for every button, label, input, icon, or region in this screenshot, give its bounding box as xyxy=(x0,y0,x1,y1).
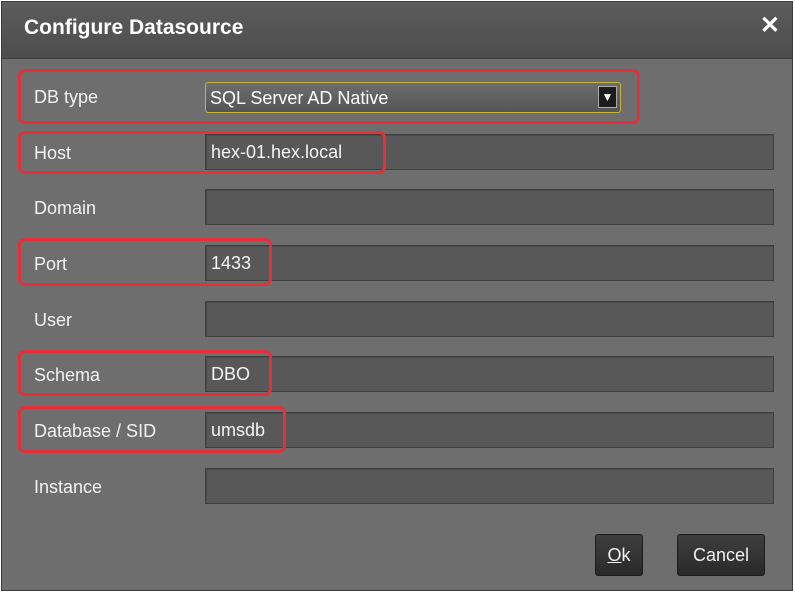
ok-label-rest: k xyxy=(621,545,631,565)
port-value: 1433 xyxy=(211,253,252,273)
schema-value: DBO xyxy=(211,364,251,384)
port-field[interactable]: 1433 xyxy=(205,245,774,281)
port-label: Port xyxy=(34,254,68,274)
user-field[interactable] xyxy=(205,301,774,337)
db-type-select[interactable]: SQL Server AD Native ▼ xyxy=(205,82,621,113)
ok-mnemonic: O xyxy=(607,545,622,565)
database-label: Database / SID xyxy=(34,421,157,441)
user-label: User xyxy=(34,310,73,330)
db-type-label: DB type xyxy=(34,87,99,107)
domain-field[interactable] xyxy=(205,189,774,225)
configure-datasource-dialog: Configure Datasource ✕ DB type SQL Serve… xyxy=(1,1,793,591)
host-value: hex-01.hex.local xyxy=(211,142,343,162)
schema-label: Schema xyxy=(34,365,101,385)
instance-field[interactable] xyxy=(205,468,774,504)
db-type-value: SQL Server AD Native xyxy=(210,88,389,108)
dialog-title: Configure Datasource xyxy=(24,16,244,39)
chevron-down-icon[interactable]: ▼ xyxy=(598,86,617,108)
ok-button[interactable]: Ok xyxy=(595,534,643,576)
instance-label: Instance xyxy=(34,477,103,497)
database-value: umsdb xyxy=(211,420,266,440)
host-label: Host xyxy=(34,143,72,163)
host-field[interactable]: hex-01.hex.local xyxy=(205,134,774,170)
dialog-titlebar: Configure Datasource ✕ xyxy=(2,2,792,59)
database-field[interactable]: umsdb xyxy=(205,412,774,448)
schema-field[interactable]: DBO xyxy=(205,356,774,392)
domain-label: Domain xyxy=(34,198,97,218)
cancel-button[interactable]: Cancel xyxy=(677,534,765,576)
close-icon[interactable]: ✕ xyxy=(760,14,780,38)
